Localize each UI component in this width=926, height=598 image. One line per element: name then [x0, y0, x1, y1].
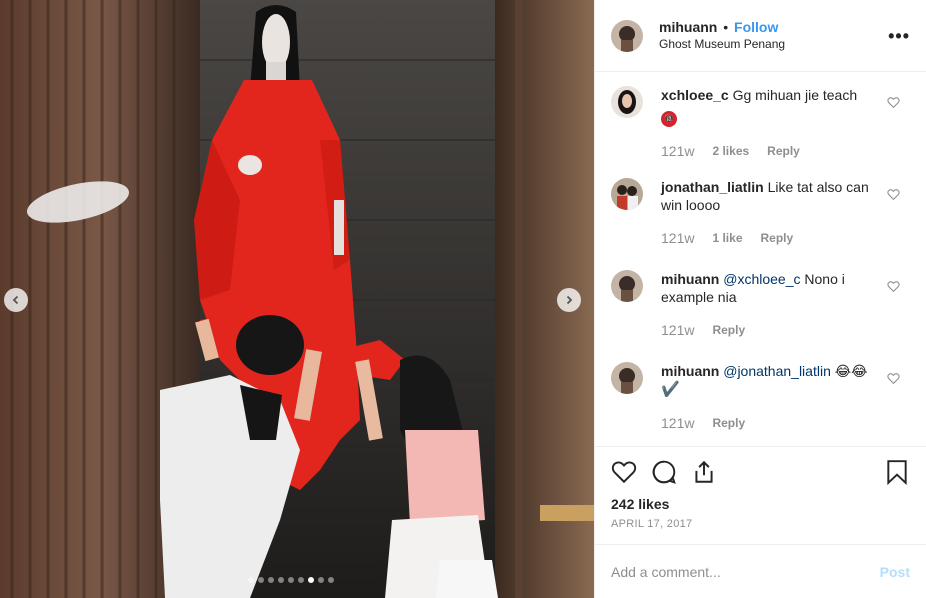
carousel-dot: [328, 577, 334, 583]
post-actions: 242 likes APRIL 17, 2017: [595, 446, 926, 544]
comment-username[interactable]: xchloee_c: [661, 87, 729, 103]
author-username[interactable]: mihuann: [659, 19, 717, 35]
carousel-prev-button[interactable]: [4, 288, 28, 312]
ghost-museum-photo: [0, 0, 594, 598]
post-location[interactable]: Ghost Museum Penang: [659, 36, 888, 53]
comment-mention[interactable]: @jonathan_liatlin: [723, 363, 831, 379]
comment-time[interactable]: 121w: [661, 321, 694, 339]
comment-time[interactable]: 121w: [661, 414, 694, 432]
post-sidebar: mihuann • Follow Ghost Museum Penang •••: [594, 0, 926, 598]
chevron-left-icon: [12, 295, 19, 305]
reply-button[interactable]: Reply: [712, 321, 745, 339]
comment-item: mihuann @jonathan_liatlin 😂😂 ✔️ 121w Rep…: [611, 348, 910, 440]
like-comment-heart-icon[interactable]: [887, 280, 900, 293]
commenter-avatar[interactable]: [611, 178, 643, 210]
comments-list[interactable]: xchloee_c Gg mihuan jie teach 🔞 121w 2 l…: [595, 72, 926, 446]
likes-count[interactable]: 242 likes: [611, 496, 910, 512]
carousel-dot: [288, 577, 294, 583]
carousel-indicator: [248, 577, 334, 583]
carousel-next-button[interactable]: [557, 288, 581, 312]
comment-time[interactable]: 121w: [661, 142, 694, 160]
avatar-image: [611, 178, 643, 210]
like-comment-heart-icon[interactable]: [887, 96, 900, 109]
comment-likes[interactable]: 1 like: [712, 229, 742, 247]
carousel-dot: [298, 577, 304, 583]
reply-button[interactable]: Reply: [761, 229, 794, 247]
follow-button[interactable]: Follow: [734, 19, 778, 35]
carousel-dot: [248, 577, 254, 583]
post-media[interactable]: [0, 0, 594, 598]
like-heart-icon[interactable]: [611, 459, 637, 485]
check-mark-emoji: ✔️: [661, 381, 680, 398]
add-comment-input[interactable]: [611, 563, 880, 580]
avatar-image: [611, 19, 643, 52]
carousel-dot: [278, 577, 284, 583]
post-comment-button[interactable]: Post: [880, 564, 910, 580]
action-icons: [611, 457, 910, 487]
avatar-image: [611, 362, 643, 394]
comment-username[interactable]: jonathan_liatlin: [661, 179, 764, 195]
carousel-dot: [318, 577, 324, 583]
comment-text: Gg mihuan jie teach: [732, 87, 858, 103]
carousel-dot-active: [308, 577, 314, 583]
commenter-avatar[interactable]: [611, 362, 643, 394]
laughing-emoji: 😂😂: [834, 363, 868, 379]
comment-mention[interactable]: @xchloee_c: [723, 271, 800, 287]
avatar-image: [611, 270, 643, 302]
reply-button[interactable]: Reply: [767, 142, 800, 160]
author-avatar[interactable]: [611, 19, 643, 52]
comment-username[interactable]: mihuann: [661, 363, 719, 379]
comment-username[interactable]: mihuann: [661, 271, 719, 287]
bookmark-icon[interactable]: [884, 459, 910, 485]
post-header: mihuann • Follow Ghost Museum Penang •••: [595, 0, 926, 72]
under-18-emoji: 🔞: [661, 111, 677, 127]
post-date[interactable]: APRIL 17, 2017: [611, 518, 910, 530]
carousel-dot: [268, 577, 274, 583]
reply-button[interactable]: Reply: [712, 414, 745, 432]
comment-likes[interactable]: 2 likes: [712, 142, 749, 160]
comment-item: xchloee_c Gg mihuan jie teach 🔞 121w 2 l…: [611, 72, 910, 164]
like-comment-heart-icon[interactable]: [887, 188, 900, 201]
separator-bullet: •: [723, 18, 729, 35]
commenter-avatar[interactable]: [611, 86, 643, 118]
chevron-right-icon: [566, 295, 573, 305]
like-comment-heart-icon[interactable]: [887, 372, 900, 385]
comment-bubble-icon[interactable]: [651, 459, 677, 485]
instagram-post: mihuann • Follow Ghost Museum Penang •••: [0, 0, 926, 598]
more-options-button[interactable]: •••: [888, 27, 910, 45]
comment-item: jonathan_liatlin Like tat also can win l…: [611, 164, 910, 256]
comment-time[interactable]: 121w: [661, 229, 694, 247]
avatar-image: [611, 86, 643, 118]
carousel-dot: [258, 577, 264, 583]
share-icon[interactable]: [691, 459, 717, 485]
comment-item: mihuann @xchloee_c Nono i example nia 12…: [611, 256, 910, 348]
add-comment-bar: Post: [595, 544, 926, 598]
commenter-avatar[interactable]: [611, 270, 643, 302]
